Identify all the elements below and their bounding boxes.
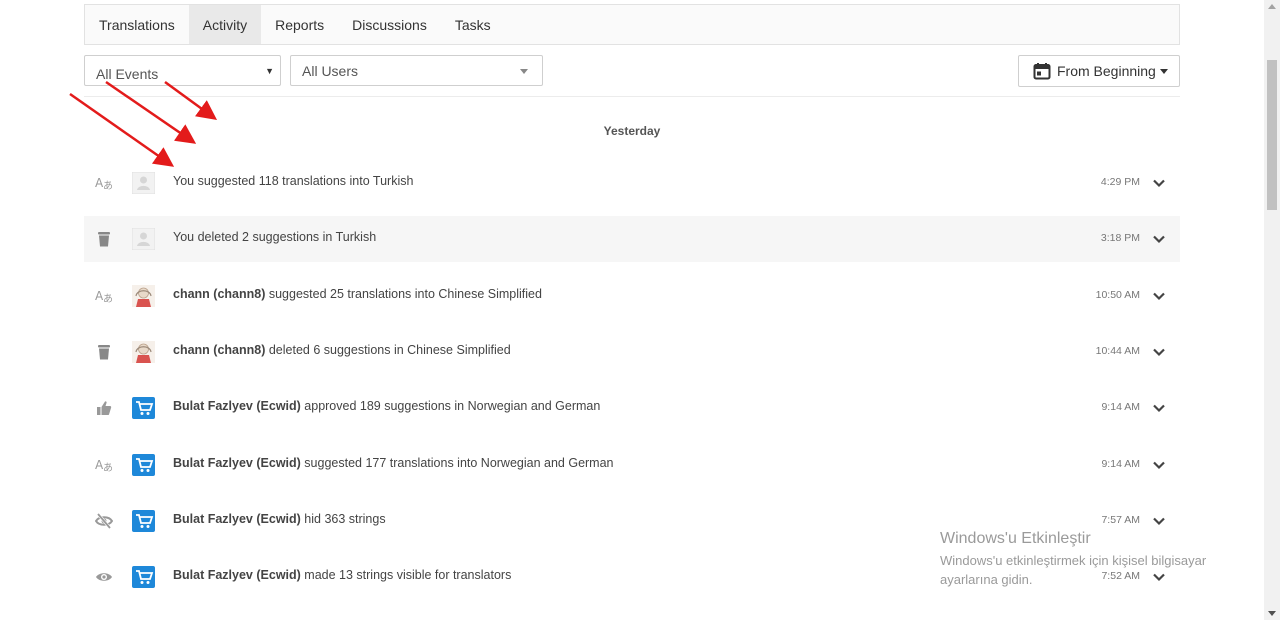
avatar (132, 285, 155, 307)
thumbs-up-icon (95, 400, 113, 416)
activity-row[interactable]: You deleted 2 suggestions in Turkish 3:18… (84, 216, 1180, 262)
avatar (131, 171, 156, 195)
activity-time: 9:14 AM (1101, 458, 1140, 470)
activity-time: 3:18 PM (1100, 232, 1140, 244)
avatar (132, 397, 155, 419)
activity-text: chann (chann8) suggested 25 translations… (173, 287, 542, 301)
scroll-down-icon[interactable] (1268, 611, 1276, 616)
activity-actor[interactable]: chann (chann8) (173, 287, 265, 301)
chevron-down-icon[interactable] (1152, 458, 1166, 472)
activity-description: made 13 strings visible for translators (300, 568, 512, 582)
translate-icon: Aあ (95, 457, 113, 474)
activity-actor[interactable]: chann (chann8) (173, 343, 265, 357)
activity-description: You suggested 118 translations into Turk… (173, 174, 414, 188)
avatar (132, 510, 155, 532)
activity-row[interactable]: Bulat Fazlyev (Ecwid) hid 363 strings 7:5… (84, 498, 1180, 544)
tab-tasks[interactable]: Tasks (441, 5, 505, 44)
activity-text: You suggested 118 translations into Turk… (173, 174, 413, 188)
activity-actor[interactable]: Bulat Fazlyev (Ecwid) (173, 456, 301, 470)
activity-description: deleted 6 suggestions in Chinese Simplif… (265, 343, 511, 357)
avatar (131, 227, 156, 251)
activity-description: suggested 25 translations into Chinese S… (265, 287, 542, 301)
divider (84, 96, 1180, 97)
chevron-down-icon[interactable] (1152, 289, 1166, 303)
activity-text: Bulat Fazlyev (Ecwid) hid 363 strings (173, 512, 386, 526)
eye-off-icon (94, 513, 114, 529)
chevron-down-icon[interactable] (1152, 570, 1166, 584)
date-range-label: From Beginning (1057, 63, 1156, 79)
activity-text: You deleted 2 suggestions in Turkish (173, 230, 376, 244)
caret-down-icon (1159, 68, 1168, 74)
translate-icon: Aあ (95, 175, 113, 192)
caret-down-icon (520, 69, 528, 74)
activity-text: Bulat Fazlyev (Ecwid) approved 189 sugge… (173, 399, 600, 413)
day-group-label: Yesterday (603, 124, 661, 138)
trash-icon (95, 231, 113, 247)
trash-icon (95, 344, 113, 360)
caret-down-icon: ▼ (265, 66, 274, 76)
chevron-down-icon[interactable] (1152, 514, 1166, 528)
chevron-down-icon[interactable] (1152, 345, 1166, 359)
activity-description: suggested 177 translations into Norwegia… (300, 456, 614, 470)
activity-row[interactable]: A あ chann (chann8) suggested 25 translatio… (84, 273, 1180, 319)
activity-text: chann (chann8) deleted 6 suggestions in … (173, 343, 511, 357)
activity-actor[interactable]: Bulat Fazlyev (Ecwid) (173, 568, 301, 582)
avatar (132, 454, 155, 476)
activity-time: 7:57 AM (1101, 514, 1140, 526)
activity-time: 10:44 AM (1095, 345, 1140, 357)
activity-time: 7:52 AM (1101, 570, 1140, 582)
tab-translations[interactable]: Translations (85, 5, 189, 44)
activity-text: Bulat Fazlyev (Ecwid) suggested 177 tran… (173, 456, 614, 470)
users-filter-select[interactable]: All Users (290, 55, 543, 86)
date-range-button[interactable]: From Beginning (1018, 55, 1180, 87)
avatar (132, 566, 155, 588)
activity-time: 4:29 PM (1100, 176, 1140, 188)
activity-row[interactable]: chann (chann8) deleted 6 suggestions in … (84, 329, 1180, 375)
svg-text:あ: あ (103, 462, 113, 473)
tab-discussions[interactable]: Discussions (338, 5, 441, 44)
eye-icon (95, 569, 113, 585)
svg-text:あ: あ (103, 180, 113, 191)
avatar (132, 341, 155, 363)
chevron-down-icon[interactable] (1152, 176, 1166, 190)
scroll-up-icon[interactable] (1268, 4, 1276, 9)
activity-actor[interactable]: Bulat Fazlyev (Ecwid) (173, 512, 301, 526)
chevron-down-icon[interactable] (1152, 401, 1166, 415)
activity-row[interactable]: A あ You suggested 118 translations into Tu… (84, 160, 1180, 206)
activity-time: 10:50 AM (1095, 289, 1140, 301)
users-filter-value: All Users (302, 62, 359, 79)
calendar-icon (1033, 63, 1051, 80)
scrollbar-thumb[interactable] (1267, 60, 1277, 210)
tab-bar: Translations Activity Reports Discussion… (84, 4, 1180, 45)
scrollbar[interactable] (1264, 0, 1280, 620)
activity-row[interactable]: Bulat Fazlyev (Ecwid) approved 189 sugge… (84, 385, 1180, 431)
chevron-down-icon[interactable] (1152, 232, 1166, 246)
translate-icon: Aあ (95, 288, 113, 305)
activity-description: hid 363 strings (300, 512, 386, 526)
activity-actor[interactable]: Bulat Fazlyev (Ecwid) (173, 399, 301, 413)
events-filter-value: All Events (96, 65, 159, 82)
tab-reports[interactable]: Reports (261, 5, 338, 44)
annotation-arrow (164, 80, 218, 120)
activity-row[interactable]: Bulat Fazlyev (Ecwid) made 13 strings vi… (84, 554, 1180, 600)
activity-text: Bulat Fazlyev (Ecwid) made 13 strings vi… (173, 568, 511, 582)
activity-description: approved 189 suggestions in Norwegian an… (300, 399, 601, 413)
activity-row[interactable]: A あ Bulat Fazlyev (Ecwid) suggested 177 tr… (84, 442, 1180, 488)
events-filter-select[interactable]: All Events ▼ (84, 55, 281, 86)
activity-time: 9:14 AM (1101, 401, 1140, 413)
svg-text:あ: あ (103, 293, 113, 304)
tab-activity[interactable]: Activity (188, 5, 262, 44)
activity-description: You deleted 2 suggestions in Turkish (173, 230, 377, 244)
